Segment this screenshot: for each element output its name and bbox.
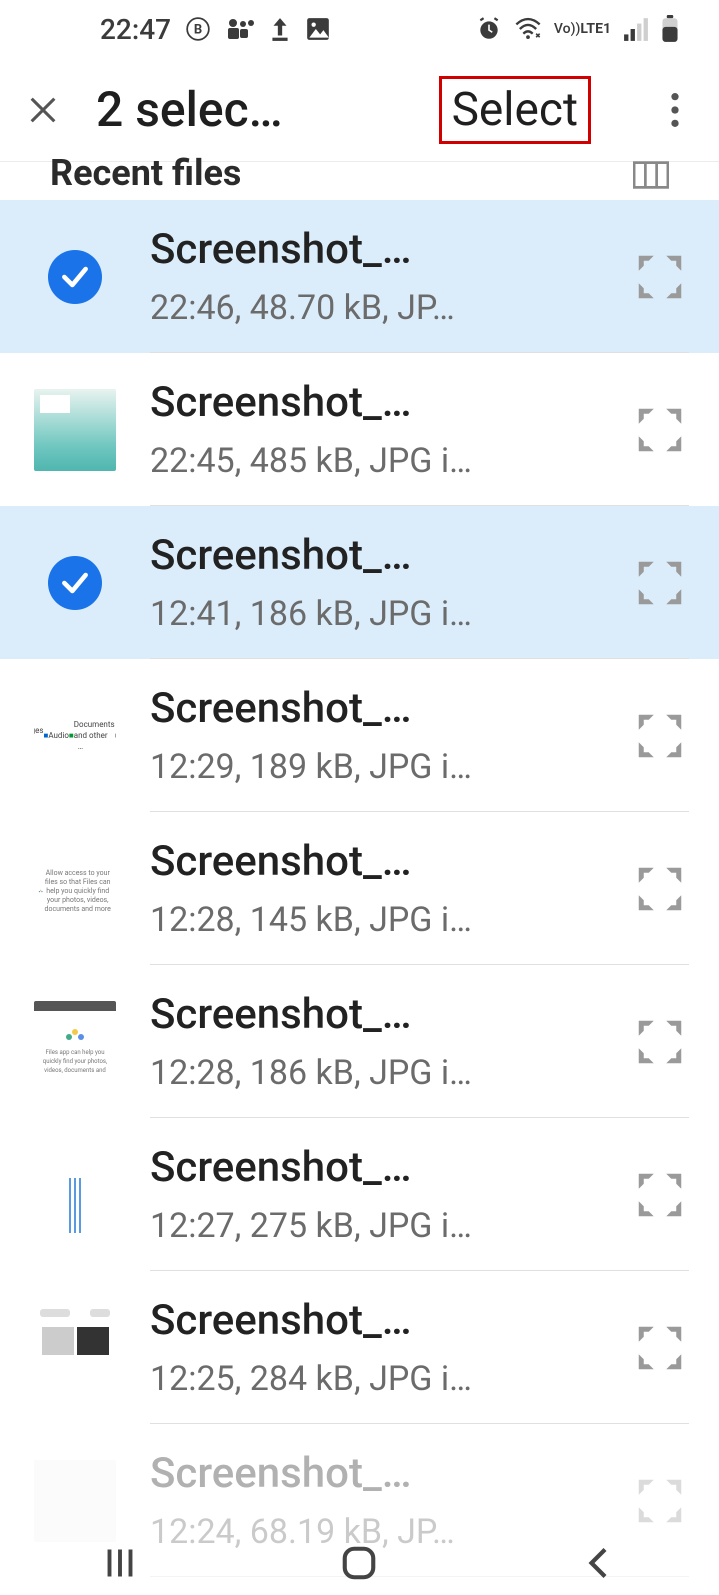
- more-options-button[interactable]: [651, 86, 699, 134]
- nav-back-button[interactable]: [549, 1543, 649, 1583]
- close-button[interactable]: [20, 87, 66, 133]
- circle-b-icon: B: [185, 16, 211, 42]
- file-text: Screenshot_… 12:28, 145 kB, JPG i…: [150, 837, 597, 940]
- teams-icon: [225, 16, 255, 42]
- file-name: Screenshot_…: [150, 1296, 597, 1345]
- file-thumbnail: [34, 389, 116, 471]
- file-meta: 12:27, 275 kB, JPG i…: [150, 1206, 597, 1246]
- file-text: Screenshot_… 22:45, 485 kB, JPG i…: [150, 378, 597, 481]
- expand-button[interactable]: [631, 1166, 689, 1224]
- file-row[interactable]: Screenshot_… 12:41, 186 kB, JPG i…: [0, 506, 719, 659]
- file-thumbnail: Files app can help you quickly find your…: [34, 1001, 116, 1083]
- app-bar: 2 selec… Select: [0, 58, 719, 162]
- file-text: Screenshot_… 12:27, 275 kB, JPG i…: [150, 1143, 597, 1246]
- expand-button[interactable]: [631, 401, 689, 459]
- expand-button[interactable]: [631, 554, 689, 612]
- battery-icon: [661, 15, 679, 43]
- expand-button[interactable]: [631, 1319, 689, 1377]
- vo-label: Vo)): [554, 23, 580, 35]
- file-meta: 22:46, 48.70 kB, JP…: [150, 288, 597, 328]
- file-name: Screenshot_…: [150, 990, 597, 1039]
- file-row[interactable]: Screenshot_… 12:25, 284 kB, JPG i…: [0, 1271, 719, 1424]
- file-name: Screenshot_…: [150, 225, 597, 274]
- svg-text:B: B: [194, 22, 202, 37]
- section-title: Recent files: [50, 152, 241, 194]
- selected-check-icon: [48, 556, 102, 610]
- file-meta: 12:28, 145 kB, JPG i…: [150, 900, 597, 940]
- file-thumbnail: [34, 1307, 116, 1389]
- nav-recent-button[interactable]: [70, 1543, 170, 1583]
- selected-check-icon: [48, 250, 102, 304]
- expand-button[interactable]: [631, 248, 689, 306]
- expand-button[interactable]: [631, 860, 689, 918]
- select-all-button[interactable]: Select: [439, 76, 591, 144]
- signal-icon: [623, 17, 649, 41]
- file-meta: 12:25, 284 kB, JPG i…: [150, 1359, 597, 1399]
- file-name: Screenshot_…: [150, 684, 597, 733]
- network-label: Vo)) LTE1: [554, 23, 611, 35]
- file-text: Screenshot_… 12:41, 186 kB, JPG i…: [150, 531, 597, 634]
- selection-title: 2 selec…: [96, 81, 316, 138]
- view-toggle-button[interactable]: [633, 161, 669, 193]
- file-row[interactable]: ■ Images 0 B■ Audio■ Documents and other…: [0, 659, 719, 812]
- file-meta: 12:28, 186 kB, JPG i…: [150, 1053, 597, 1093]
- status-left: 22:47 B: [100, 13, 331, 46]
- system-nav-bar: [0, 1531, 719, 1595]
- file-text: Screenshot_… 12:29, 189 kB, JPG i…: [150, 684, 597, 787]
- file-meta: 22:45, 485 kB, JPG i…: [150, 441, 597, 481]
- file-name: Screenshot_…: [150, 1143, 597, 1192]
- alarm-icon: [476, 16, 502, 42]
- file-meta: 12:41, 186 kB, JPG i…: [150, 594, 597, 634]
- file-row[interactable]: Screenshot_… 22:46, 48.70 kB, JP…: [0, 200, 719, 353]
- file-row[interactable]: Files app can help you quickly find your…: [0, 965, 719, 1118]
- expand-button[interactable]: [631, 1013, 689, 1071]
- file-text: Screenshot_… 22:46, 48.70 kB, JP…: [150, 225, 597, 328]
- file-name: Screenshot_…: [150, 1449, 597, 1498]
- expand-button[interactable]: [631, 707, 689, 765]
- status-time: 22:47: [100, 13, 171, 46]
- lte-label: LTE1: [580, 23, 611, 35]
- file-row[interactable]: Allow access to your files so that Files…: [0, 812, 719, 965]
- file-row[interactable]: Screenshot_… 12:27, 275 kB, JPG i…: [0, 1118, 719, 1271]
- file-row[interactable]: Screenshot_… 22:45, 485 kB, JPG i…: [0, 353, 719, 506]
- section-header: Recent files: [0, 154, 719, 200]
- image-icon: [305, 16, 331, 42]
- file-thumbnail: [34, 1154, 116, 1236]
- file-list: Screenshot_…22:46, 48.70 kB, JP…Screensh…: [0, 200, 719, 1577]
- file-name: Screenshot_…: [150, 531, 597, 580]
- file-text: Screenshot_… 12:25, 284 kB, JPG i…: [150, 1296, 597, 1399]
- file-name: Screenshot_…: [150, 837, 597, 886]
- status-bar: 22:47 B Vo)) LTE1: [0, 0, 719, 58]
- status-right: Vo)) LTE1: [476, 15, 679, 43]
- file-text: Screenshot_… 12:28, 186 kB, JPG i…: [150, 990, 597, 1093]
- nav-home-button[interactable]: [309, 1543, 409, 1583]
- file-thumbnail: ■ Images 0 B■ Audio■ Documents and other…: [34, 695, 116, 777]
- wifi-icon: [514, 17, 542, 41]
- expand-button[interactable]: [631, 1472, 689, 1530]
- file-thumbnail: [34, 1460, 116, 1542]
- file-name: Screenshot_…: [150, 378, 597, 427]
- file-thumbnail: Allow access to your files so that Files…: [34, 848, 116, 930]
- upload-icon: [269, 16, 291, 42]
- file-meta: 12:29, 189 kB, JPG i…: [150, 747, 597, 787]
